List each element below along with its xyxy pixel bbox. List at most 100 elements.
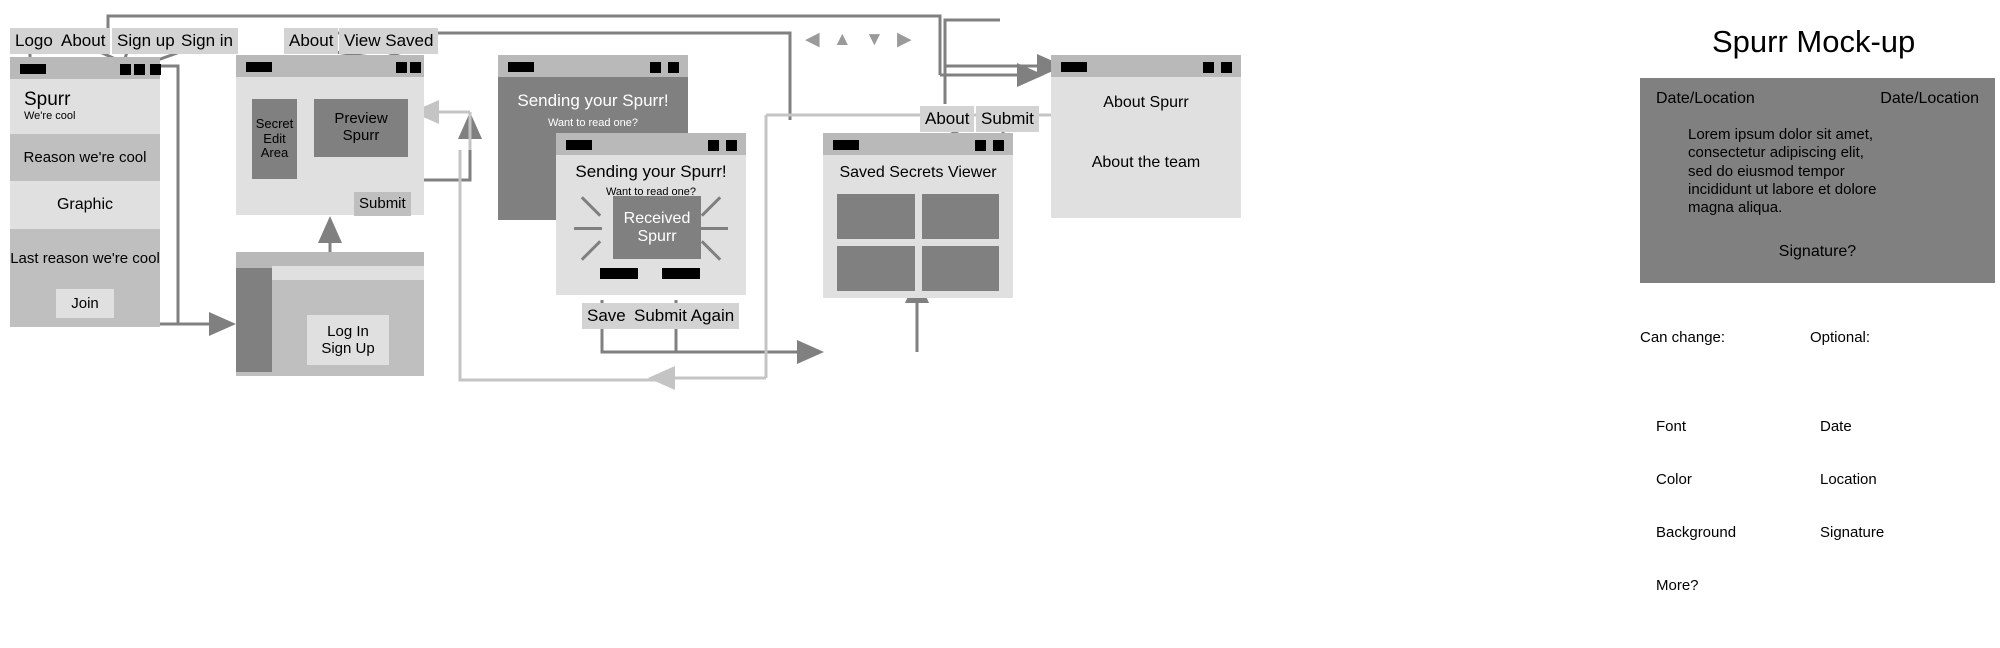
hero-subtitle: We're cool xyxy=(24,109,76,122)
mockup-body-line-0: Lorem ipsum dolor sit amet, xyxy=(1688,126,1874,143)
sending-front-icon-1[interactable] xyxy=(708,140,719,151)
editor-about-icon[interactable] xyxy=(396,62,407,73)
editor-body: Secret Edit Area Preview Spurr Submit xyxy=(236,77,424,216)
date-location-right: Date/Location xyxy=(1880,90,1979,107)
viewer-tile-2[interactable] xyxy=(837,246,915,291)
editor-window: Secret Edit Area Preview Spurr Submit xyxy=(236,55,424,216)
sending-front-body: Sending your Spurr! Want to read one? Re… xyxy=(556,155,746,295)
sending-back-icon-2[interactable] xyxy=(668,62,679,73)
sparkle-ray-right-mid xyxy=(700,227,728,230)
can-change-list: Can change: Font Color Background More? xyxy=(1640,294,1736,648)
landing-section-2-wrap: Last reason we're cool Join xyxy=(10,229,160,327)
join-button[interactable]: Join xyxy=(56,289,114,318)
callout-about-viewer[interactable]: About xyxy=(920,106,975,132)
signup-label: Sign Up xyxy=(321,340,375,357)
landing-hero: Spurr We're cool xyxy=(10,79,160,134)
secret-edit-line-2: Area xyxy=(260,145,289,161)
can-change-item-3: More? xyxy=(1656,577,1699,594)
viewer-body: Saved Secrets Viewer xyxy=(823,155,1013,291)
sparkle-ray-left-up xyxy=(580,196,602,217)
editor-title-bar xyxy=(236,55,424,77)
sparkle-ray-right-down xyxy=(700,240,722,261)
auth-front-body: Log In Sign Up xyxy=(272,280,424,376)
about-heading: About Spurr xyxy=(1103,94,1189,111)
nav-about-icon[interactable] xyxy=(120,64,131,75)
nav-signup-icon[interactable] xyxy=(134,64,145,75)
can-change-heading: Can change: xyxy=(1640,329,1726,347)
sending-back-icon-1[interactable] xyxy=(650,62,661,73)
sparkle-ray-left-down xyxy=(580,240,602,261)
logo-icon[interactable] xyxy=(20,64,46,74)
callout-submit-again[interactable]: Submit Again xyxy=(629,303,740,329)
mockup-body-line-2: sed do eiusmod tempor xyxy=(1688,162,1845,180)
mockup-body-line-1: consectetur adipiscing elit, xyxy=(1688,144,1864,162)
viewer-title-bar xyxy=(823,133,1013,155)
about-icon-1[interactable] xyxy=(1203,62,1214,73)
callout-about-editor[interactable]: About xyxy=(284,28,339,54)
about-window: About Spurr About the team xyxy=(1051,55,1241,218)
save-icon-button[interactable] xyxy=(600,268,638,279)
secret-edit-area[interactable]: Secret Edit Area xyxy=(252,99,297,179)
sending-front-title: Sending your Spurr! xyxy=(575,162,727,181)
optional-heading: Optional: xyxy=(1810,329,1871,347)
mockup-title: Spurr Mock-up xyxy=(1712,24,1916,59)
received-spurr-tile[interactable]: Received Spurr xyxy=(613,196,701,259)
editor-view-saved-icon[interactable] xyxy=(410,62,421,73)
nav-arrow-legend: ◀ ▲ ▼ ▶ xyxy=(805,29,916,50)
nav-signin-icon[interactable] xyxy=(150,64,161,75)
sending-back-logo-icon[interactable] xyxy=(508,62,534,72)
submit-again-icon-button[interactable] xyxy=(662,268,700,279)
optional-item-0: Date xyxy=(1820,417,1852,435)
about-logo-icon[interactable] xyxy=(1061,62,1087,72)
editor-submit-button[interactable]: Submit xyxy=(354,192,411,216)
login-signup-button[interactable]: Log In Sign Up xyxy=(307,314,389,366)
mockup-body-line-4: magna aliqua. xyxy=(1688,199,1783,217)
sparkle-ray-right-up xyxy=(700,196,722,217)
callout-submit-viewer[interactable]: Submit xyxy=(976,106,1039,132)
landing-section-1: Graphic xyxy=(10,181,160,229)
sending-front-icon-2[interactable] xyxy=(726,140,737,151)
about-icon-2[interactable] xyxy=(1221,62,1232,73)
viewer-window: Saved Secrets Viewer xyxy=(823,133,1013,298)
sending-front-title-bar xyxy=(556,133,746,155)
optional-item-2: Signature xyxy=(1820,523,1885,541)
viewer-logo-icon[interactable] xyxy=(833,140,859,150)
editor-logo-icon[interactable] xyxy=(246,62,272,72)
viewer-tile-0[interactable] xyxy=(837,194,915,239)
about-title-bar xyxy=(1051,55,1241,77)
viewer-tile-1[interactable] xyxy=(921,194,999,239)
mockup-body-line-3: incididunt ut labore et dolore xyxy=(1688,180,1877,198)
callout-logo[interactable]: Logo xyxy=(10,28,58,54)
sending-front-logo-icon[interactable] xyxy=(566,140,592,150)
callout-save[interactable]: Save xyxy=(582,303,631,329)
callout-about-nav[interactable]: About xyxy=(56,28,111,54)
sending-back-body: Sending your Spurr! Want to read one? xyxy=(498,77,688,129)
sending-window-front: Sending your Spurr! Want to read one? Re… xyxy=(556,133,746,295)
preview-spurr-tile[interactable]: Preview Spurr xyxy=(314,99,408,157)
sparkle-ray-left-mid xyxy=(574,227,602,230)
auth-window-front: Log In Sign Up xyxy=(272,266,424,376)
viewer-tile-3[interactable] xyxy=(921,246,999,291)
viewer-title: Saved Secrets Viewer xyxy=(839,164,997,181)
mockup-signature: Signature? xyxy=(1778,243,1857,261)
landing-section-0: Reason we're cool xyxy=(10,134,160,181)
callout-sign-up[interactable]: Sign up xyxy=(112,28,180,54)
callout-sign-in[interactable]: Sign in xyxy=(176,28,238,54)
viewer-about-icon[interactable] xyxy=(975,140,986,151)
secret-edit-line-1: Edit xyxy=(263,130,286,146)
mockup-body-text: Lorem ipsum dolor sit amet, consectetur … xyxy=(1640,108,1995,217)
sending-back-subtitle: Want to read one? xyxy=(547,117,639,129)
landing-section-2: Last reason we're cool xyxy=(10,250,160,267)
landing-window: Spurr We're cool Reason we're cool Graph… xyxy=(10,57,161,327)
viewer-submit-icon[interactable] xyxy=(993,140,1004,151)
login-label: Log In xyxy=(327,322,369,340)
received-line-1: Spurr xyxy=(637,227,677,245)
date-location-left: Date/Location xyxy=(1656,90,1755,107)
mockup-date-location-row: Date/Location Date/Location xyxy=(1640,78,1995,108)
secret-edit-line-0: Secret xyxy=(255,116,294,132)
callout-view-saved[interactable]: View Saved xyxy=(339,28,439,54)
auth-front-strip xyxy=(272,266,424,280)
optional-item-1: Location xyxy=(1820,470,1877,488)
hero-title: Spurr xyxy=(24,88,71,110)
received-line-0: Received xyxy=(623,209,691,227)
